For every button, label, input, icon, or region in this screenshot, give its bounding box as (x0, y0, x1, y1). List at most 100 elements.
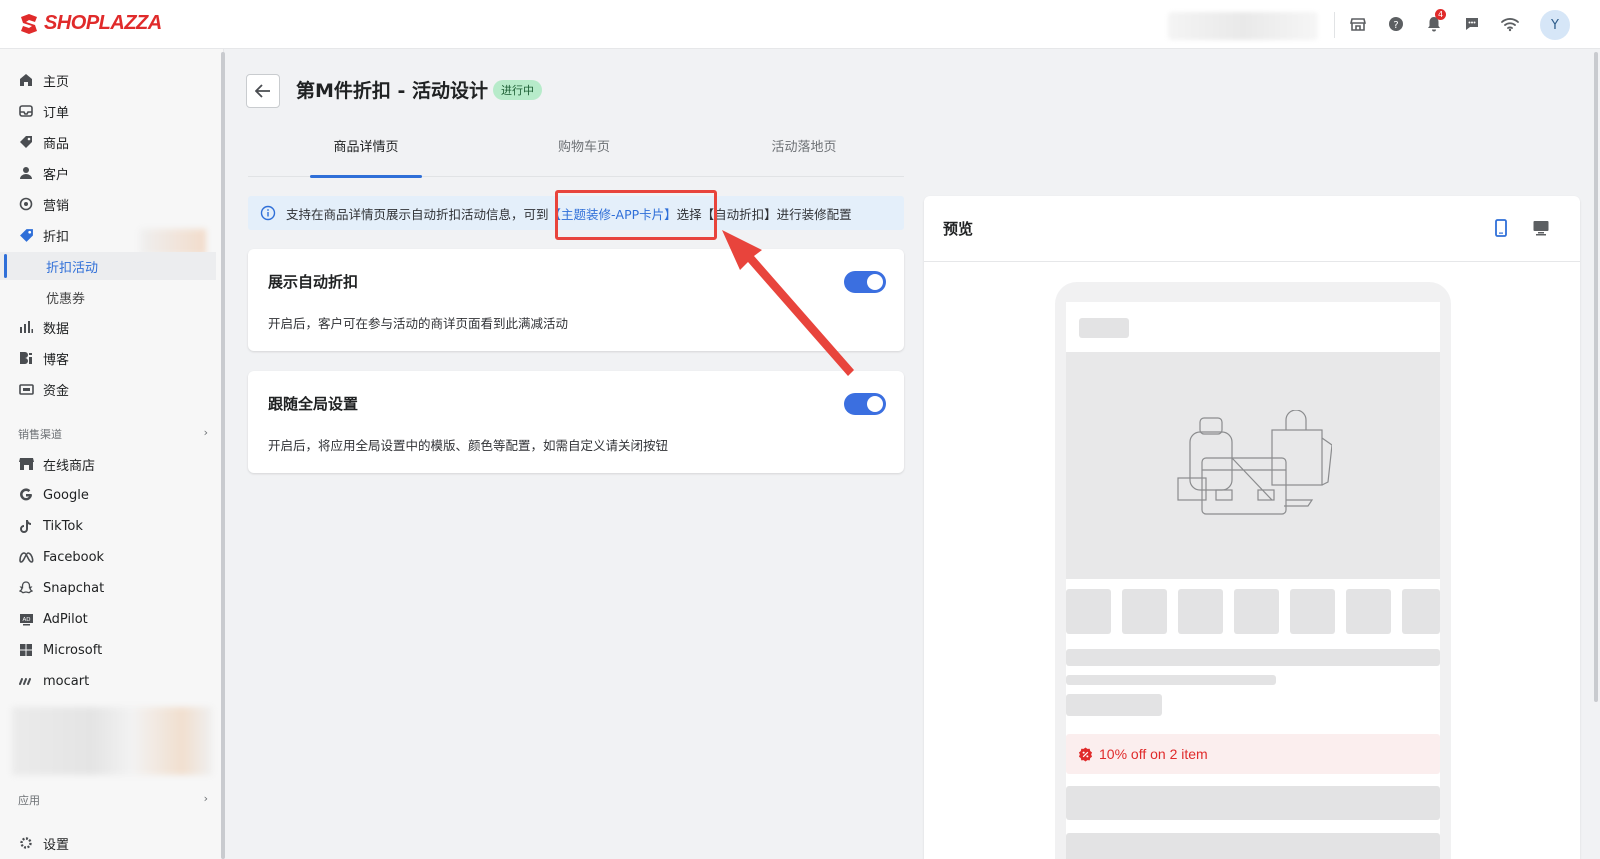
avatar[interactable]: Y (1540, 10, 1570, 40)
top-bar: SHOPLAZZA ? 4 Y (0, 0, 1600, 49)
card-description: 开启后，将应用全局设置中的模版、颜色等配置，如需自定义请关闭按钮 (268, 438, 669, 453)
sidebar-item-discount-activities[interactable]: 折扣活动 (0, 252, 216, 280)
google-icon (18, 487, 34, 503)
svg-text:?: ? (1393, 20, 1398, 31)
sidebar-item-mocart[interactable]: mocart (0, 667, 216, 695)
sidebar-item-label: 营销 (43, 198, 70, 214)
sales-channels-label: 销售渠道 (18, 428, 62, 441)
skeleton-line (1066, 675, 1276, 685)
sidebar-item-coupons[interactable]: 优惠券 (0, 283, 216, 311)
bags-illustration-icon (1177, 410, 1332, 515)
tab-bar: 商品详情页 购物车页 活动落地页 (248, 131, 904, 178)
sidebar-item-label: 数据 (43, 321, 70, 337)
shoplazza-logo-icon (21, 13, 37, 34)
tab-product-detail[interactable]: 商品详情页 (286, 131, 446, 178)
tab-landing[interactable]: 活动落地页 (724, 131, 884, 177)
sidebar-item-customers[interactable]: 客户 (0, 159, 216, 187)
tab-cart[interactable]: 购物车页 (504, 131, 664, 177)
card-description: 开启后，客户可在参与活动的商详页面看到此满减活动 (268, 316, 569, 331)
sidebar: 主页 订单 商品 客户 营销 折扣 折扣活动 优惠券 数据 博客 资金 销售渠道… (0, 49, 224, 859)
home-icon (18, 72, 34, 88)
mobile-icon[interactable] (1492, 219, 1510, 237)
chevron-right-icon: › (203, 426, 208, 439)
chat-icon[interactable] (1462, 14, 1482, 34)
sidebar-item-label: Snapchat (43, 580, 105, 596)
product-image-placeholder (1066, 352, 1440, 579)
brand-logo[interactable]: SHOPLAZZA (18, 12, 162, 35)
sidebar-item-label: TikTok (43, 518, 83, 534)
blog-icon (18, 350, 34, 366)
help-icon[interactable]: ? (1386, 14, 1406, 34)
phone-mockup: 10% off on 2 item (1055, 282, 1451, 859)
sidebar-item-google[interactable]: Google (0, 481, 216, 509)
thumbnail-placeholder (1066, 589, 1111, 634)
sidebar-item-facebook[interactable]: Facebook (0, 543, 216, 571)
mocart-icon (18, 673, 34, 689)
wifi-icon[interactable] (1500, 14, 1520, 34)
wallet-icon (18, 381, 34, 397)
sidebar-item-label: 在线商店 (43, 458, 96, 474)
desktop-icon[interactable] (1532, 219, 1550, 237)
thumbnail-placeholder (1122, 589, 1167, 634)
sidebar-item-finance[interactable]: 资金 (0, 375, 216, 403)
sidebar-item-blog[interactable]: 博客 (0, 344, 216, 372)
page-title: 第M件折扣 - 活动设计 (296, 80, 489, 102)
sidebar-item-settings[interactable]: 设置 (0, 829, 216, 857)
info-icon (260, 205, 276, 221)
card-title: 展示自动折扣 (268, 273, 359, 291)
thumbnail-placeholder (1234, 589, 1279, 634)
skeleton-line (1066, 649, 1440, 666)
sidebar-item-orders[interactable]: 订单 (0, 97, 216, 125)
meta-icon (18, 549, 34, 565)
sidebar-item-label: mocart (43, 673, 90, 689)
discount-icon (18, 227, 34, 243)
sidebar-item-label: 资金 (43, 383, 70, 399)
sidebar-item-label: Facebook (43, 549, 105, 565)
store-icon[interactable] (1348, 14, 1368, 34)
skeleton-button (1066, 833, 1440, 859)
sidebar-item-marketing[interactable]: 营销 (0, 190, 216, 218)
apps-header[interactable]: 应用 › (18, 792, 208, 808)
sidebar-item-adpilot[interactable]: AD AdPilot (0, 605, 216, 633)
snapchat-icon (18, 580, 34, 596)
blurred-area (12, 707, 212, 775)
svg-text:AD: AD (22, 617, 30, 623)
sidebar-item-online-store[interactable]: 在线商店 (0, 450, 216, 478)
sidebar-item-products[interactable]: 商品 (0, 128, 216, 156)
sidebar-item-label: Microsoft (43, 642, 103, 658)
tag-icon (18, 134, 34, 150)
skeleton-line (1066, 694, 1162, 716)
sidebar-item-label: 主页 (43, 74, 70, 90)
back-button[interactable] (246, 74, 280, 108)
sidebar-item-tiktok[interactable]: TikTok (0, 512, 216, 540)
page-scrollbar[interactable] (1594, 52, 1598, 702)
follow-global-settings-toggle[interactable] (844, 393, 886, 415)
sidebar-item-analytics[interactable]: 数据 (0, 313, 216, 341)
skeleton-block (1079, 318, 1129, 338)
bar-chart-icon (18, 319, 34, 335)
sidebar-scrollbar[interactable] (221, 52, 225, 859)
sidebar-item-snapchat[interactable]: Snapchat (0, 574, 216, 602)
show-auto-discount-toggle[interactable] (844, 271, 886, 293)
discount-badge-icon (1078, 746, 1093, 762)
annotation-highlight-box (555, 190, 717, 240)
sidebar-item-microsoft[interactable]: Microsoft (0, 636, 216, 664)
sidebar-item-label: 设置 (43, 837, 70, 853)
sidebar-item-home[interactable]: 主页 (0, 66, 216, 94)
preview-panel: 预览 10% off on 2 item (924, 196, 1580, 859)
sidebar-item-label: Google (43, 487, 89, 503)
person-icon (18, 165, 34, 181)
sidebar-item-label: 客户 (43, 167, 70, 183)
sidebar-item-label: 博客 (43, 352, 70, 368)
sidebar-item-label: 订单 (43, 105, 70, 121)
sales-channels-header[interactable]: 销售渠道 › (18, 426, 208, 442)
sidebar-item-label: 折扣 (43, 229, 70, 245)
sidebar-item-label: 商品 (43, 136, 70, 152)
thumbnail-placeholder (1346, 589, 1391, 634)
store-selector[interactable] (1168, 12, 1318, 40)
apps-label: 应用 (18, 794, 40, 807)
card-title: 跟随全局设置 (268, 395, 359, 413)
thumbnail-placeholder (1290, 589, 1335, 634)
brand-name: SHOPLAZZA (44, 12, 162, 34)
adpilot-icon: AD (18, 611, 34, 627)
